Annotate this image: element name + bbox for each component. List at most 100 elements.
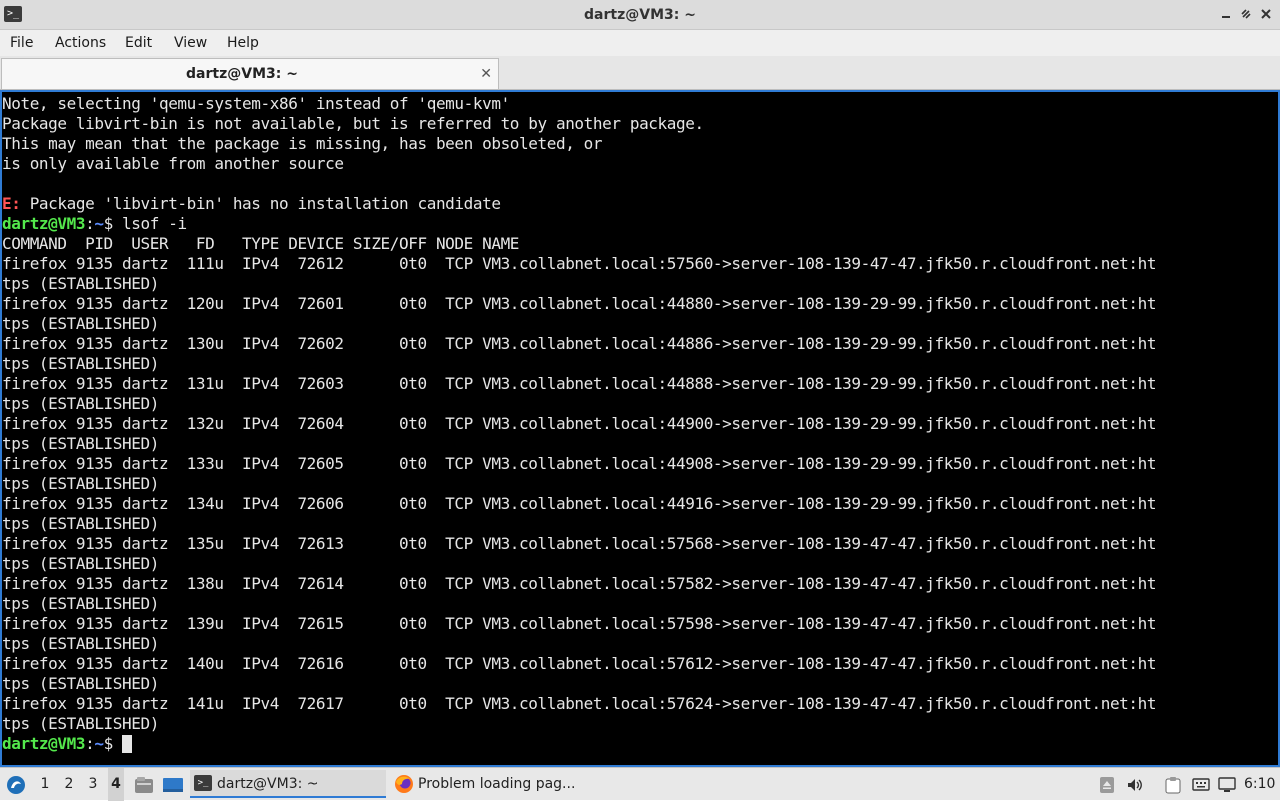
output-line: Package libvirt-bin is not available, bu… bbox=[2, 114, 1278, 134]
tab-label: dartz@VM3: ~ bbox=[186, 66, 298, 82]
prompt-user: dartz@VM3 bbox=[2, 214, 86, 233]
output-line: firefox 9135 dartz 111u IPv4 72612 0t0 T… bbox=[2, 254, 1278, 274]
menu-bar: File Actions Edit View Help bbox=[0, 30, 1280, 56]
output-line: tps (ESTABLISHED) bbox=[2, 314, 1278, 334]
output-line: firefox 9135 dartz 139u IPv4 72615 0t0 T… bbox=[2, 614, 1278, 634]
output-line: firefox 9135 dartz 140u IPv4 72616 0t0 T… bbox=[2, 654, 1278, 674]
error-line: E: Package 'libvirt-bin' has no installa… bbox=[2, 194, 1278, 214]
task-label: Problem loading pag... bbox=[418, 776, 576, 792]
output-line: tps (ESTABLISHED) bbox=[2, 274, 1278, 294]
line-text: Package libvirt-bin is not available, bu… bbox=[2, 114, 704, 133]
prompt-separator: : bbox=[85, 734, 95, 753]
output-line: is only available from another source bbox=[2, 154, 1278, 174]
line-text: firefox 9135 dartz 135u IPv4 72613 0t0 T… bbox=[2, 534, 1157, 553]
output-line: tps (ESTABLISHED) bbox=[2, 434, 1278, 454]
line-text: firefox 9135 dartz 130u IPv4 72602 0t0 T… bbox=[2, 334, 1157, 353]
line-text: firefox 9135 dartz 133u IPv4 72605 0t0 T… bbox=[2, 454, 1157, 473]
menu-help[interactable]: Help bbox=[225, 30, 261, 56]
output-line: tps (ESTABLISHED) bbox=[2, 594, 1278, 614]
prompt-path: ~ bbox=[94, 214, 104, 233]
workspace-1[interactable]: 1 bbox=[37, 768, 53, 801]
output-line: This may mean that the package is missin… bbox=[2, 134, 1278, 154]
line-text: firefox 9135 dartz 120u IPv4 72601 0t0 T… bbox=[2, 294, 1157, 313]
line-text: tps (ESTABLISHED) bbox=[2, 714, 159, 733]
prompt-path: ~ bbox=[94, 734, 104, 753]
output-line: firefox 9135 dartz 135u IPv4 72613 0t0 T… bbox=[2, 534, 1278, 554]
task-terminal[interactable]: >_ dartz@VM3: ~ bbox=[190, 770, 386, 798]
prompt-separator: : bbox=[85, 214, 95, 233]
prompt-line: dartz@VM3:~$ lsof -i bbox=[2, 214, 1278, 234]
workspace-3[interactable]: 3 bbox=[85, 768, 101, 801]
terminal-output[interactable]: Note, selecting 'qemu-system-x86' instea… bbox=[0, 90, 1280, 767]
file-manager-icon[interactable] bbox=[134, 776, 154, 794]
output-line: tps (ESTABLISHED) bbox=[2, 674, 1278, 694]
taskbar: 1 2 3 4 >_ dartz@VM3: ~ Problem loading … bbox=[0, 767, 1280, 801]
clipboard-icon[interactable] bbox=[1164, 776, 1182, 794]
line-text: tps (ESTABLISHED) bbox=[2, 434, 159, 453]
close-button[interactable] bbox=[1258, 6, 1274, 22]
text-cursor bbox=[122, 735, 133, 753]
output-line: firefox 9135 dartz 131u IPv4 72603 0t0 T… bbox=[2, 374, 1278, 394]
line-text: tps (ESTABLISHED) bbox=[2, 474, 159, 493]
terminal-tab[interactable]: dartz@VM3: ~ ✕ bbox=[1, 58, 499, 89]
clock[interactable]: 6:10 bbox=[1244, 768, 1275, 801]
minimize-button[interactable] bbox=[1218, 6, 1234, 22]
line-text: tps (ESTABLISHED) bbox=[2, 274, 159, 293]
task-label: dartz@VM3: ~ bbox=[217, 776, 319, 792]
output-line: tps (ESTABLISHED) bbox=[2, 554, 1278, 574]
eject-icon[interactable] bbox=[1098, 776, 1116, 794]
keyboard-icon[interactable] bbox=[1192, 776, 1210, 794]
line-text: firefox 9135 dartz 132u IPv4 72604 0t0 T… bbox=[2, 414, 1157, 433]
line-text: firefox 9135 dartz 139u IPv4 72615 0t0 T… bbox=[2, 614, 1157, 633]
distro-logo-icon[interactable] bbox=[6, 775, 26, 795]
line-text: is only available from another source bbox=[2, 154, 344, 173]
show-desktop-icon[interactable] bbox=[162, 776, 184, 794]
title-bar: >_ dartz@VM3: ~ bbox=[0, 0, 1280, 30]
line-text: firefox 9135 dartz 140u IPv4 72616 0t0 T… bbox=[2, 654, 1157, 673]
menu-file[interactable]: File bbox=[8, 30, 35, 56]
output-line: tps (ESTABLISHED) bbox=[2, 474, 1278, 494]
menu-view[interactable]: View bbox=[172, 30, 209, 56]
output-line: firefox 9135 dartz 138u IPv4 72614 0t0 T… bbox=[2, 574, 1278, 594]
line-text: firefox 9135 dartz 134u IPv4 72606 0t0 T… bbox=[2, 494, 1157, 513]
output-line: tps (ESTABLISHED) bbox=[2, 634, 1278, 654]
output-line: tps (ESTABLISHED) bbox=[2, 354, 1278, 374]
output-line: tps (ESTABLISHED) bbox=[2, 714, 1278, 734]
maximize-button[interactable] bbox=[1238, 6, 1254, 22]
output-line: firefox 9135 dartz 133u IPv4 72605 0t0 T… bbox=[2, 454, 1278, 474]
output-line: firefox 9135 dartz 130u IPv4 72602 0t0 T… bbox=[2, 334, 1278, 354]
line-text: COMMAND PID USER FD TYPE DEVICE SIZE/OFF… bbox=[2, 234, 520, 253]
tab-close-icon[interactable]: ✕ bbox=[480, 59, 492, 89]
line-text: tps (ESTABLISHED) bbox=[2, 674, 159, 693]
task-firefox[interactable]: Problem loading pag... bbox=[390, 770, 590, 798]
workspace-2[interactable]: 2 bbox=[61, 768, 77, 801]
line-text: This may mean that the package is missin… bbox=[2, 134, 603, 153]
prompt-symbol: $ bbox=[103, 734, 123, 753]
output-line: firefox 9135 dartz 134u IPv4 72606 0t0 T… bbox=[2, 494, 1278, 514]
line-text: tps (ESTABLISHED) bbox=[2, 634, 159, 653]
firefox-icon bbox=[394, 774, 414, 794]
line-text: tps (ESTABLISHED) bbox=[2, 514, 159, 533]
line-text: tps (ESTABLISHED) bbox=[2, 314, 159, 333]
menu-actions[interactable]: Actions bbox=[53, 30, 108, 56]
volume-icon[interactable] bbox=[1126, 776, 1144, 794]
output-line: COMMAND PID USER FD TYPE DEVICE SIZE/OFF… bbox=[2, 234, 1278, 254]
network-icon[interactable] bbox=[1218, 776, 1236, 794]
line-text: firefox 9135 dartz 131u IPv4 72603 0t0 T… bbox=[2, 374, 1157, 393]
line-text: firefox 9135 dartz 138u IPv4 72614 0t0 T… bbox=[2, 574, 1157, 593]
line-text: firefox 9135 dartz 111u IPv4 72612 0t0 T… bbox=[2, 254, 1157, 273]
output-line: firefox 9135 dartz 120u IPv4 72601 0t0 T… bbox=[2, 294, 1278, 314]
line-text: tps (ESTABLISHED) bbox=[2, 594, 159, 613]
output-line: Note, selecting 'qemu-system-x86' instea… bbox=[2, 94, 1278, 114]
output-line: tps (ESTABLISHED) bbox=[2, 394, 1278, 414]
line-text: tps (ESTABLISHED) bbox=[2, 394, 159, 413]
prompt-user: dartz@VM3 bbox=[2, 734, 86, 753]
menu-edit[interactable]: Edit bbox=[123, 30, 154, 56]
error-prefix: E: bbox=[2, 194, 21, 213]
workspace-4[interactable]: 4 bbox=[108, 768, 124, 801]
command-text: lsof -i bbox=[122, 214, 187, 233]
output-line: tps (ESTABLISHED) bbox=[2, 514, 1278, 534]
line-text: Note, selecting 'qemu-system-x86' instea… bbox=[2, 94, 510, 113]
line-text: Package 'libvirt-bin' has no installatio… bbox=[20, 194, 501, 213]
